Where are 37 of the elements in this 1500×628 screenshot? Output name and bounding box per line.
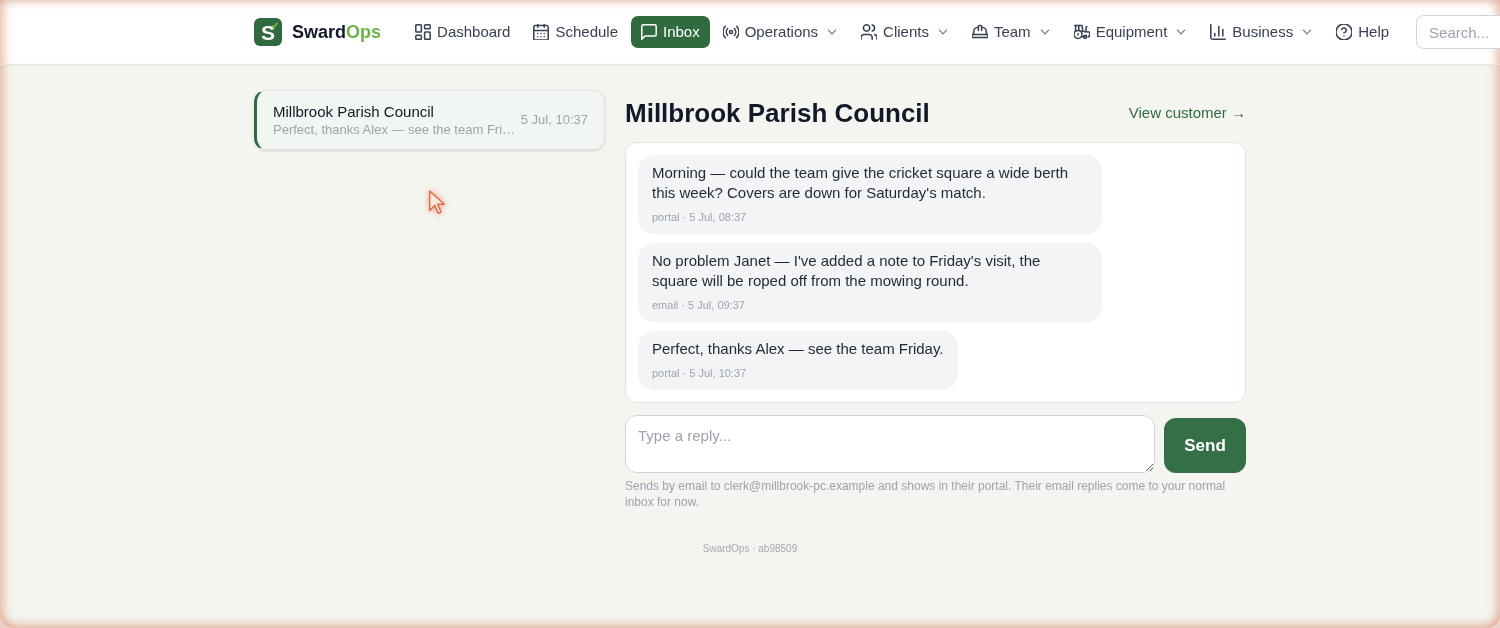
bar-chart-icon [1210, 24, 1227, 40]
radio-waves-icon [722, 24, 739, 40]
message-text: Morning — could the team give the cricket square a wide berth this week? Covers are down for Saturday's match. [652, 163, 1070, 203]
reply-note: Sends by email to clerk@millbrook-pc.example and shows in their portal. Their email replies come to your normal inbox for now. [625, 478, 1227, 510]
dashboard-grid-icon [415, 24, 432, 40]
brand-name[interactable]: SwardOps [292, 18, 382, 46]
nav-tab[interactable]: Team [961, 16, 1061, 48]
help-icon [1336, 24, 1353, 40]
tractor-icon [1073, 24, 1090, 40]
nav-tab[interactable]: Schedule [523, 16, 628, 48]
message-meta: email · 5 Jul, 09:37 [652, 298, 746, 313]
nav-tab[interactable]: Clients [851, 16, 959, 48]
reply-field[interactable]: Type a reply... [625, 415, 1155, 473]
conversation-time: 5 Jul, 10:37 [520, 111, 588, 130]
nav-tab[interactable]: Dashboard [405, 16, 521, 48]
nav-tab[interactable]: Equipment [1063, 16, 1198, 48]
chat-bubble-icon [641, 24, 657, 40]
calendar-icon [533, 24, 550, 40]
footer-version: SwardOps · ab98509 [702, 543, 798, 554]
conversation-item[interactable]: Millbrook Parish Council Perfect, thanks Alex — see the team Fri… 5 Jul, 10:37 [254, 90, 605, 150]
mouse-pointer-icon [428, 190, 445, 215]
nav-tab[interactable]: Operations [712, 16, 849, 48]
send-button[interactable]: Send [1164, 418, 1246, 473]
search-field[interactable]: Search... [1416, 15, 1500, 49]
users-icon [861, 24, 878, 40]
conversation-name: Millbrook Parish Council [273, 102, 435, 121]
message-meta: portal · 5 Jul, 10:37 [652, 366, 748, 381]
nav-tab[interactable]: Help [1326, 16, 1400, 48]
nav-tab[interactable]: Business [1200, 16, 1324, 48]
nav-tab[interactable]: Inbox [631, 16, 710, 48]
message-text: Perfect, thanks Alex — see the team Friday. [652, 339, 944, 359]
thread-title: Millbrook Parish Council [625, 96, 930, 130]
message-meta: portal · 5 Jul, 08:37 [652, 210, 748, 225]
message-text: No problem Janet — I've added a note to Friday's visit, the square will be roped off from the mowing round. [652, 251, 1042, 291]
view-customer-link[interactable]: View customer → [1128, 101, 1246, 125]
hard-hat-icon [971, 24, 988, 40]
logo[interactable]: S [254, 18, 282, 46]
